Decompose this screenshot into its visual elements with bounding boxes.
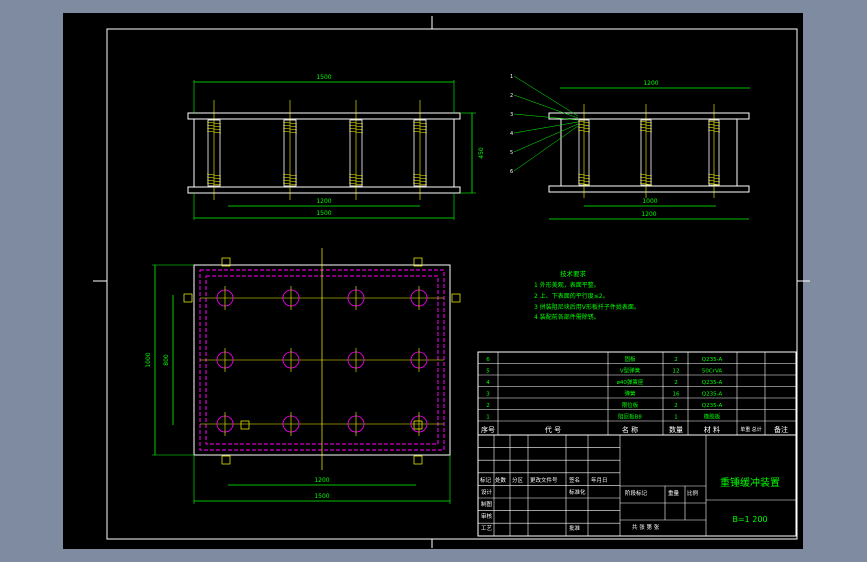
bom-cell: Q235-A (702, 380, 723, 386)
bom-header-code: 代 号 (545, 425, 561, 434)
tb-zone: 分区 (512, 476, 524, 484)
tb-count: 处数 (495, 476, 507, 484)
tech-item-2: 2 上、下表面的平行度≤2。 (534, 292, 609, 300)
bom-cell: 1 (674, 415, 678, 421)
tb-design: 设计 (481, 488, 493, 496)
front-dim-base: 1500 (316, 210, 331, 217)
tb-date: 年月日 (591, 476, 608, 484)
front-dim-height: 450 (478, 147, 485, 159)
bom-header-remark: 备注 (774, 425, 788, 434)
side-leader-label: 6 (510, 169, 513, 175)
tb-sheets: 共 张 第 张 (632, 523, 660, 531)
bom-cell: Q235-A (702, 392, 723, 398)
tb-change-doc: 更改文件号 (530, 476, 558, 484)
tb-draw: 制图 (481, 500, 493, 508)
tb-approve: 批准 (569, 524, 581, 532)
tb-stage: 阶段标记 (625, 489, 648, 497)
tech-item-1: 1 外形美观，表面平整。 (534, 281, 600, 289)
plan-dim-left-outer: 1000 (145, 352, 152, 367)
side-leader-label: 2 (510, 93, 513, 99)
tech-item-4: 4 装配前各部件需除锈。 (534, 313, 600, 321)
side-leader-label: 3 (510, 112, 513, 118)
drawing-title: 重锤缓冲装置 (720, 476, 780, 489)
tb-ratio: 比例 (687, 489, 699, 497)
side-leader-label: 5 (510, 150, 513, 156)
plan-dim-bottom-inner: 1200 (314, 477, 329, 484)
bom-cell: 5 (486, 369, 490, 375)
bom-cell: 限位板 (622, 401, 639, 409)
side-dim-top: 1200 (643, 80, 658, 87)
bom-cell: V型弹簧 (620, 367, 641, 375)
bom-cell: 2 (674, 380, 678, 386)
bom-cell: 2 (674, 357, 678, 363)
bom-cell: Q235-A (702, 357, 723, 363)
side-dim-base: 1200 (641, 211, 656, 218)
bom-cell: 阻尼板B8 (618, 413, 642, 421)
bom-cell: 2 (486, 403, 490, 409)
front-dim-inner: 1200 (316, 198, 331, 205)
bom-cell: 2 (674, 403, 678, 409)
drawing-canvas: 1500 1200 1500 450 1200 1000 1200 123456 (63, 13, 810, 549)
bom-cell: 弹簧 (624, 390, 636, 398)
bom-cell: 固板 (624, 355, 636, 363)
bom-header-no: 序号 (481, 425, 495, 434)
side-leader-label: 4 (510, 131, 513, 137)
bom-header-unit: 单重 总计 (740, 426, 762, 433)
bom-cell: ø40弹簧座 (617, 378, 644, 386)
drawing-paper (63, 13, 803, 549)
bom-header-mat: 材 料 (704, 425, 720, 434)
tb-weight: 重量 (668, 489, 680, 497)
tech-item-3: 3 拼装阻尼块后用V形板扦子件拢表面。 (534, 303, 640, 311)
cad-drawing-sheet: 1500 1200 1500 450 1200 1000 1200 123456 (0, 0, 867, 562)
bom-cell: 12 (673, 369, 680, 375)
drawing-scale: B=1 200 (732, 515, 767, 524)
tb-standard: 标准化 (569, 488, 586, 496)
bom-header-name: 名 称 (622, 425, 638, 434)
front-dim-overall: 1500 (316, 74, 331, 81)
tb-check: 审核 (481, 512, 493, 520)
bom-cell: 50CrVA (702, 369, 723, 375)
bom-cell: 4 (486, 380, 490, 386)
plan-dim-left-inner: 800 (163, 354, 170, 366)
bom-cell: 16 (673, 392, 680, 398)
bom-header-qty: 数量 (669, 425, 683, 434)
tb-process: 工艺 (481, 525, 493, 532)
bom-cell: 3 (486, 392, 490, 398)
bom-cell: 1 (486, 415, 490, 421)
tb-sign: 签名 (569, 476, 580, 484)
side-dim-inner: 1000 (642, 198, 657, 205)
bom-cell: 橡胶板 (704, 413, 721, 421)
side-leader-label: 1 (510, 74, 513, 80)
tb-mark: 标记 (480, 476, 492, 484)
bom-cell: 6 (486, 357, 490, 363)
tech-title: 技术要求 (560, 269, 587, 278)
plan-dim-bottom-outer: 1500 (314, 493, 329, 500)
bom-cell: Q235-A (702, 403, 723, 409)
